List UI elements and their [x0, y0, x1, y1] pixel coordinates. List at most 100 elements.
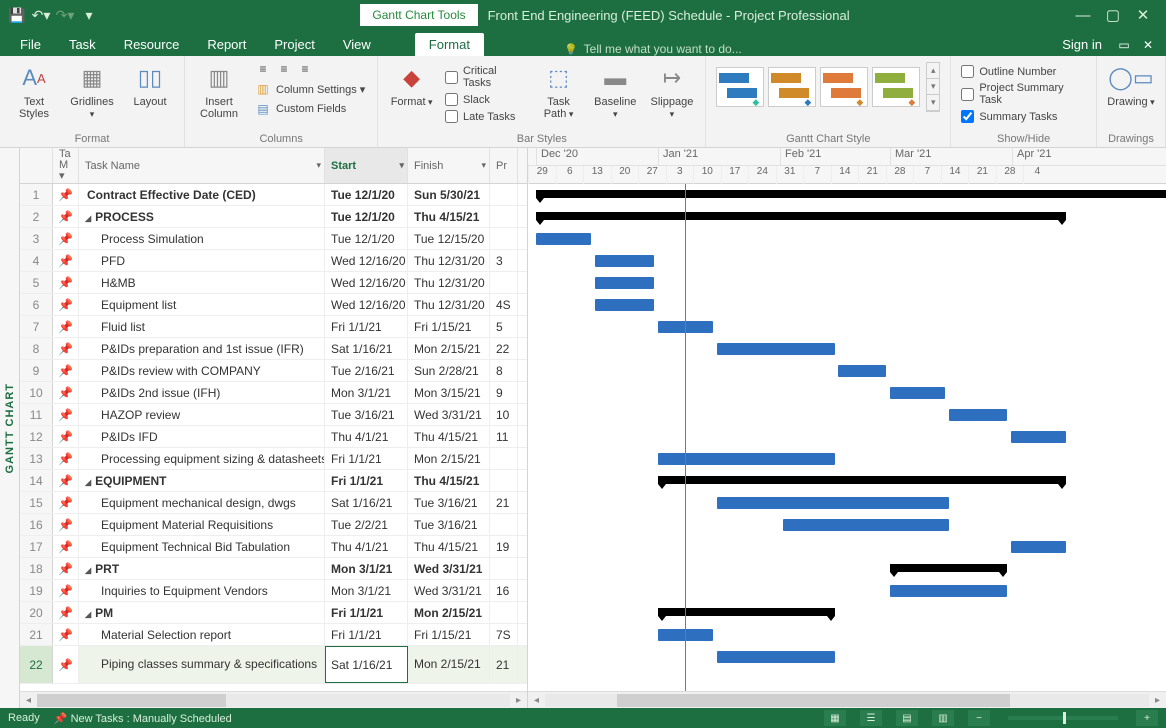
finish-cell[interactable]: Sun 5/30/21	[408, 184, 490, 205]
task-mode-icon[interactable]: 📌	[53, 250, 79, 271]
table-row[interactable]: 7📌Fluid listFri 1/1/21Fri 1/15/215	[20, 316, 527, 338]
grid-hscroll[interactable]: ◂ ▸	[20, 691, 527, 708]
tab-view[interactable]: View	[329, 33, 385, 56]
tab-task[interactable]: Task	[55, 33, 110, 56]
gantt-task-bar[interactable]	[595, 255, 654, 267]
qat-customize-icon[interactable]: ▾	[78, 4, 100, 26]
row-id[interactable]: 16	[20, 514, 53, 535]
gantt-summary-bar[interactable]	[890, 564, 1007, 572]
finish-cell[interactable]: Wed 3/31/21	[408, 580, 490, 601]
gantt-task-bar[interactable]	[838, 365, 886, 377]
task-mode-icon[interactable]: 📌	[53, 624, 79, 645]
start-cell[interactable]: Tue 2/2/21	[325, 514, 408, 535]
gantt-style-gallery[interactable]: ▴▾▾	[714, 60, 942, 114]
gantt-task-bar[interactable]	[595, 299, 654, 311]
task-mode-icon[interactable]: 📌	[53, 558, 79, 579]
start-cell[interactable]: Tue 12/1/20	[325, 184, 408, 205]
start-cell[interactable]: Mon 3/1/21	[325, 382, 408, 403]
ribbon-display-options-icon[interactable]: ▭	[1112, 34, 1136, 56]
pred-cell[interactable]: 5	[490, 316, 518, 337]
outline-number-checkbox[interactable]: Outline Number	[959, 64, 1088, 79]
pred-cell[interactable]: 10	[490, 404, 518, 425]
start-cell[interactable]: Wed 12/16/20	[325, 294, 408, 315]
zoom-slider[interactable]	[1008, 716, 1118, 720]
view-shortcut-icon[interactable]: ☰	[860, 710, 882, 726]
maximize-icon[interactable]: ▢	[1100, 4, 1126, 26]
finish-cell[interactable]: Sun 2/28/21	[408, 360, 490, 381]
row-id[interactable]: 13	[20, 448, 53, 469]
table-row[interactable]: 8📌P&IDs preparation and 1st issue (IFR)S…	[20, 338, 527, 360]
gantt-task-bar[interactable]	[717, 343, 835, 355]
view-shortcut-icon[interactable]: ▤	[896, 710, 918, 726]
view-side-label[interactable]: GANTT CHART	[0, 148, 20, 708]
task-mode-icon[interactable]: 📌	[53, 646, 79, 683]
baseline-button[interactable]: ▬Baseline	[590, 60, 641, 122]
drawing-button[interactable]: ◯▭Drawing	[1105, 60, 1157, 110]
task-name-cell[interactable]: P&IDs IFD	[79, 426, 325, 447]
gantt-task-bar[interactable]	[890, 585, 1007, 597]
start-cell[interactable]: Wed 12/16/20	[325, 250, 408, 271]
table-row[interactable]: 9📌P&IDs review with COMPANYTue 2/16/21Su…	[20, 360, 527, 382]
row-id[interactable]: 8	[20, 338, 53, 359]
pred-cell[interactable]	[490, 448, 518, 469]
finish-cell[interactable]: Mon 2/15/21	[408, 338, 490, 359]
text-styles-button[interactable]: AAText Styles	[8, 60, 60, 122]
row-id[interactable]: 6	[20, 294, 53, 315]
task-name-cell[interactable]: Equipment mechanical design, dwgs	[79, 492, 325, 513]
tab-format[interactable]: Format	[415, 33, 484, 56]
finish-cell[interactable]: Fri 1/15/21	[408, 316, 490, 337]
summary-tasks-checkbox[interactable]: Summary Tasks	[959, 109, 1088, 124]
gallery-down-icon[interactable]: ▾	[927, 79, 939, 95]
start-cell[interactable]: Mon 3/1/21	[325, 580, 408, 601]
gantt-task-bar[interactable]	[949, 409, 1007, 421]
start-cell[interactable]: Sat 1/16/21	[325, 492, 408, 513]
style-swatch[interactable]	[820, 67, 868, 107]
table-row[interactable]: 6📌Equipment listWed 12/16/20Thu 12/31/20…	[20, 294, 527, 316]
task-mode-icon[interactable]: 📌	[53, 360, 79, 381]
pred-cell[interactable]: 3	[490, 250, 518, 271]
chevron-down-icon[interactable]: ▾	[481, 160, 486, 171]
scroll-right-icon[interactable]: ▸	[1149, 695, 1166, 706]
task-mode-icon[interactable]: 📌	[53, 404, 79, 425]
start-cell[interactable]: Tue 3/16/21	[325, 404, 408, 425]
table-row[interactable]: 10📌P&IDs 2nd issue (IFH)Mon 3/1/21Mon 3/…	[20, 382, 527, 404]
finish-cell[interactable]: Thu 4/15/21	[408, 470, 490, 491]
table-row[interactable]: 1📌Contract Effective Date (CED)Tue 12/1/…	[20, 184, 527, 206]
style-swatch[interactable]	[872, 67, 920, 107]
row-id[interactable]: 12	[20, 426, 53, 447]
gantt-summary-bar[interactable]	[658, 476, 1066, 484]
task-name-cell[interactable]: HAZOP review	[79, 404, 325, 425]
gantt-task-bar[interactable]	[1011, 541, 1066, 553]
gantt-chart[interactable]: Dec '20Jan '21Feb '21Mar '21Apr '2129613…	[528, 148, 1166, 708]
table-row[interactable]: 20📌PMFri 1/1/21Mon 2/15/21	[20, 602, 527, 624]
col-header-id[interactable]	[20, 148, 53, 183]
task-mode-icon[interactable]: 📌	[53, 206, 79, 227]
pred-cell[interactable]	[490, 602, 518, 623]
row-id[interactable]: 15	[20, 492, 53, 513]
start-cell[interactable]: Sat 1/16/21	[325, 338, 408, 359]
gallery-up-icon[interactable]: ▴	[927, 63, 939, 79]
finish-cell[interactable]: Tue 3/16/21	[408, 514, 490, 535]
task-mode-icon[interactable]: 📌	[53, 294, 79, 315]
pred-cell[interactable]	[490, 514, 518, 535]
finish-cell[interactable]: Tue 3/16/21	[408, 492, 490, 513]
pred-cell[interactable]	[490, 470, 518, 491]
table-row[interactable]: 16📌Equipment Material RequisitionsTue 2/…	[20, 514, 527, 536]
status-newtasks[interactable]: 📌 New Tasks : Manually Scheduled	[54, 712, 232, 725]
late-tasks-checkbox[interactable]: Late Tasks	[443, 109, 527, 124]
scroll-right-icon[interactable]: ▸	[510, 695, 527, 706]
col-header-finish[interactable]: Finish▾	[408, 148, 490, 183]
pred-cell[interactable]: 4S	[490, 294, 518, 315]
slack-checkbox[interactable]: Slack	[443, 92, 527, 107]
pred-cell[interactable]	[490, 272, 518, 293]
pred-cell[interactable]	[490, 558, 518, 579]
tab-report[interactable]: Report	[193, 33, 260, 56]
pred-cell[interactable]	[490, 206, 518, 227]
pred-cell[interactable]: 16	[490, 580, 518, 601]
row-id[interactable]: 5	[20, 272, 53, 293]
table-row[interactable]: 2📌PROCESSTue 12/1/20Thu 4/15/21	[20, 206, 527, 228]
finish-cell[interactable]: Wed 3/31/21	[408, 558, 490, 579]
gantt-task-bar[interactable]	[595, 277, 654, 289]
gantt-task-bar[interactable]	[536, 233, 591, 245]
task-name-cell[interactable]: Piping classes summary & specifications	[79, 646, 325, 683]
